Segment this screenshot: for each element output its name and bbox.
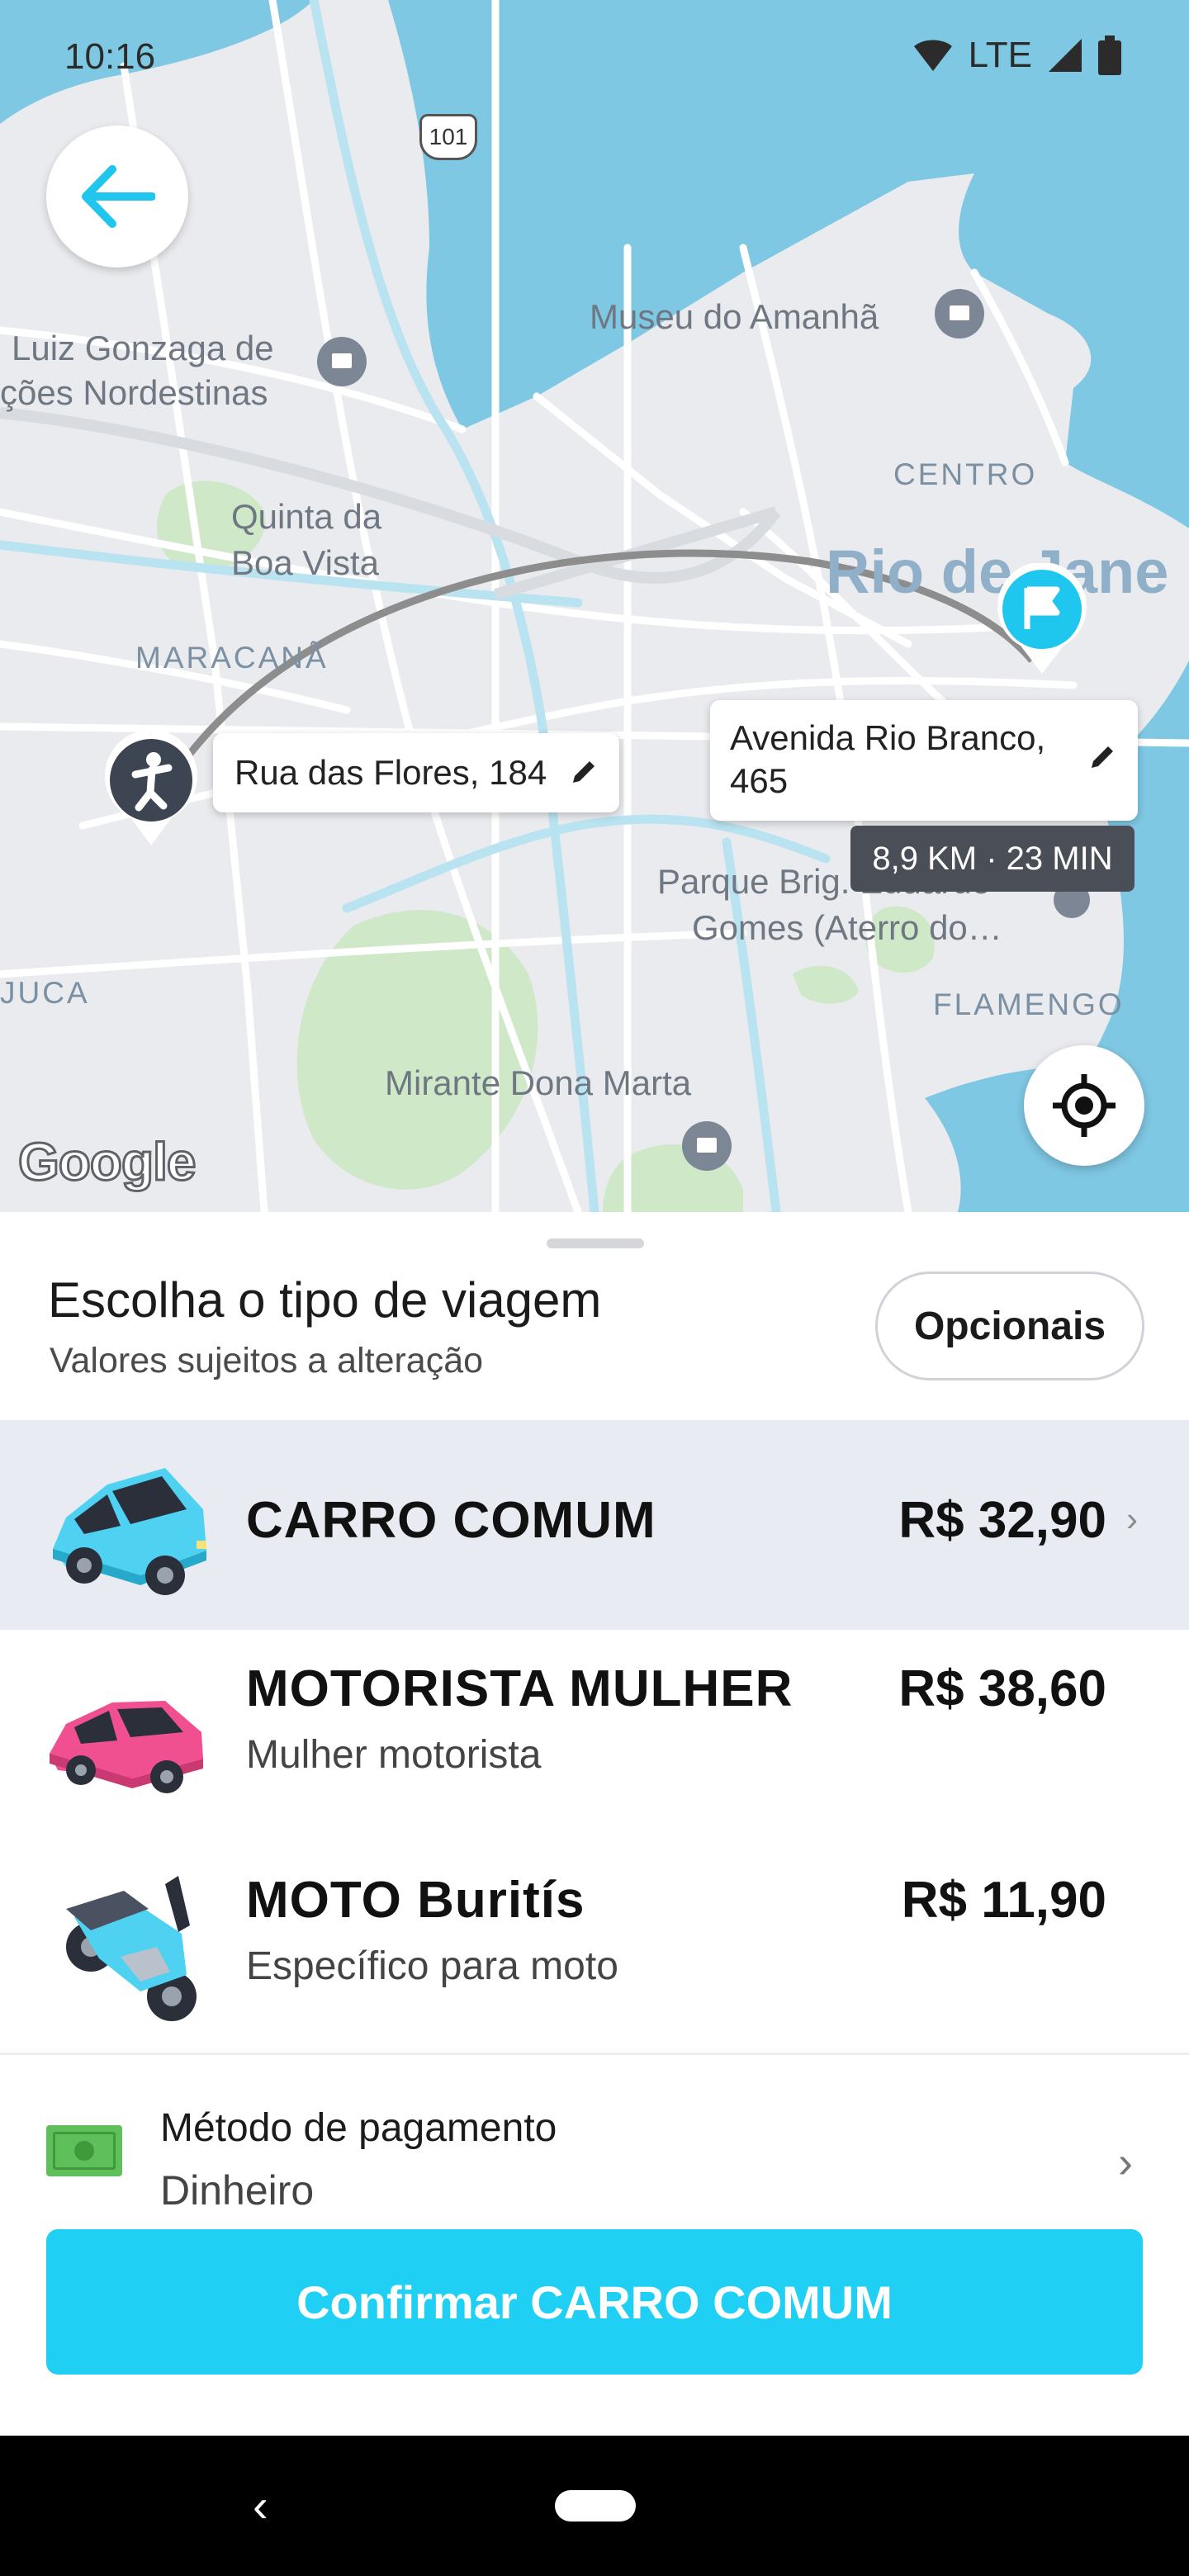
origin-address: Rua das Flores, 184 bbox=[234, 753, 547, 792]
ride-option-description: Específico para moto bbox=[246, 1944, 618, 1988]
ride-option-price: R$ 38,60 bbox=[898, 1660, 1106, 1717]
map-label-luiz-2: ções Nordestinas bbox=[0, 373, 268, 412]
chevron-right-icon: › bbox=[1126, 1499, 1138, 1538]
ride-option-motorista-mulher[interactable]: MOTORISTA MULHER Mulher motorista R$ 38,… bbox=[0, 1633, 1189, 1841]
map-label-parque-2: Gomes (Aterro do… bbox=[692, 908, 1002, 947]
destination-address-line-1: Avenida Rio Branco, bbox=[730, 718, 1046, 757]
payment-method-value: Dinheiro bbox=[160, 2167, 315, 2214]
pencil-icon[interactable] bbox=[570, 758, 598, 786]
destination-address-line-2: 465 bbox=[730, 761, 789, 800]
status-time: 10:16 bbox=[64, 36, 156, 77]
options-button[interactable]: Opcionais bbox=[875, 1271, 1144, 1380]
ride-option-name: MOTO Buritís bbox=[246, 1872, 585, 1929]
motorcycle-icon bbox=[66, 1876, 197, 2021]
flag-pin-icon bbox=[997, 563, 1087, 674]
ride-option-name: MOTORISTA MULHER bbox=[246, 1660, 793, 1717]
map-label-quinta-2: Boa Vista bbox=[231, 543, 380, 582]
distance-time-badge: 8,9 KM · 23 MIN bbox=[850, 826, 1135, 892]
map-label-maracana: MARACANÃ bbox=[135, 641, 329, 675]
map-label-luiz-1: Luiz Gonzaga de bbox=[12, 329, 274, 367]
divider bbox=[0, 2053, 1189, 2055]
destination-address-bubble[interactable]: Avenida Rio Branco, 465 bbox=[710, 700, 1138, 821]
ride-option-price: R$ 11,90 bbox=[901, 1872, 1106, 1929]
cash-icon bbox=[46, 2125, 122, 2176]
payment-method-row[interactable]: Método de pagamento Dinheiro › bbox=[0, 2057, 1189, 2223]
map-label-juca: JUCA bbox=[0, 976, 90, 1010]
ride-option-name: CARRO COMUM bbox=[246, 1492, 656, 1549]
battery-icon bbox=[1098, 36, 1121, 75]
origin-address-bubble[interactable]: Rua das Flores, 184 bbox=[213, 733, 619, 812]
sheet-subtitle: Valores sujeitos a alteração bbox=[50, 1341, 484, 1380]
ride-option-carro-comum[interactable]: CARRO COMUM R$ 32,90 › bbox=[0, 1420, 1189, 1630]
map-label-flamengo: FLAMENGO bbox=[933, 987, 1125, 1021]
map-label-museu: Museu do Amanhã bbox=[590, 297, 879, 336]
confirm-ride-button[interactable]: Confirmar CARRO COMUM bbox=[46, 2229, 1143, 2375]
wifi-icon bbox=[913, 40, 952, 71]
car-blue-icon bbox=[53, 1468, 206, 1595]
crosshair-icon bbox=[1053, 1074, 1116, 1137]
chevron-right-icon: › bbox=[1118, 2138, 1133, 2187]
sheet-drag-handle[interactable] bbox=[547, 1238, 644, 1248]
back-button[interactable] bbox=[46, 125, 188, 268]
ride-type-sheet: Escolha o tipo de viagem Valores sujeito… bbox=[0, 1212, 1189, 2436]
status-icons: LTE bbox=[912, 35, 1121, 76]
nav-home-pill[interactable] bbox=[555, 2490, 636, 2522]
car-pink-icon bbox=[50, 1701, 203, 1793]
locate-me-button[interactable] bbox=[1024, 1045, 1144, 1166]
system-nav-bar: ‹ bbox=[0, 2436, 1189, 2576]
ride-option-description: Mulher motorista bbox=[246, 1733, 542, 1777]
map-view[interactable]: 101 Museu do Amanhã Luiz Gonzaga de ções… bbox=[0, 0, 1189, 1212]
person-pin-icon bbox=[105, 732, 197, 845]
status-bar: 10:16 LTE bbox=[0, 0, 1189, 124]
google-logo: Google bbox=[17, 1131, 197, 1193]
ride-option-moto-buritis[interactable]: MOTO Buritís Específico para moto R$ 11,… bbox=[0, 1844, 1189, 2054]
network-type: LTE bbox=[968, 35, 1032, 75]
pencil-icon[interactable] bbox=[1088, 743, 1116, 771]
ride-option-price: R$ 32,90 bbox=[898, 1492, 1106, 1549]
map-label-mirante: Mirante Dona Marta bbox=[385, 1063, 692, 1102]
map-label-centro: CENTRO bbox=[893, 457, 1038, 491]
sheet-title: Escolha o tipo de viagem bbox=[48, 1272, 602, 1328]
nav-back-icon[interactable]: ‹ bbox=[253, 2479, 268, 2532]
map-label-quinta-1: Quinta da bbox=[231, 497, 382, 536]
signal-icon bbox=[1049, 39, 1082, 72]
arrow-left-icon bbox=[82, 165, 155, 228]
payment-method-label: Método de pagamento bbox=[160, 2106, 557, 2150]
